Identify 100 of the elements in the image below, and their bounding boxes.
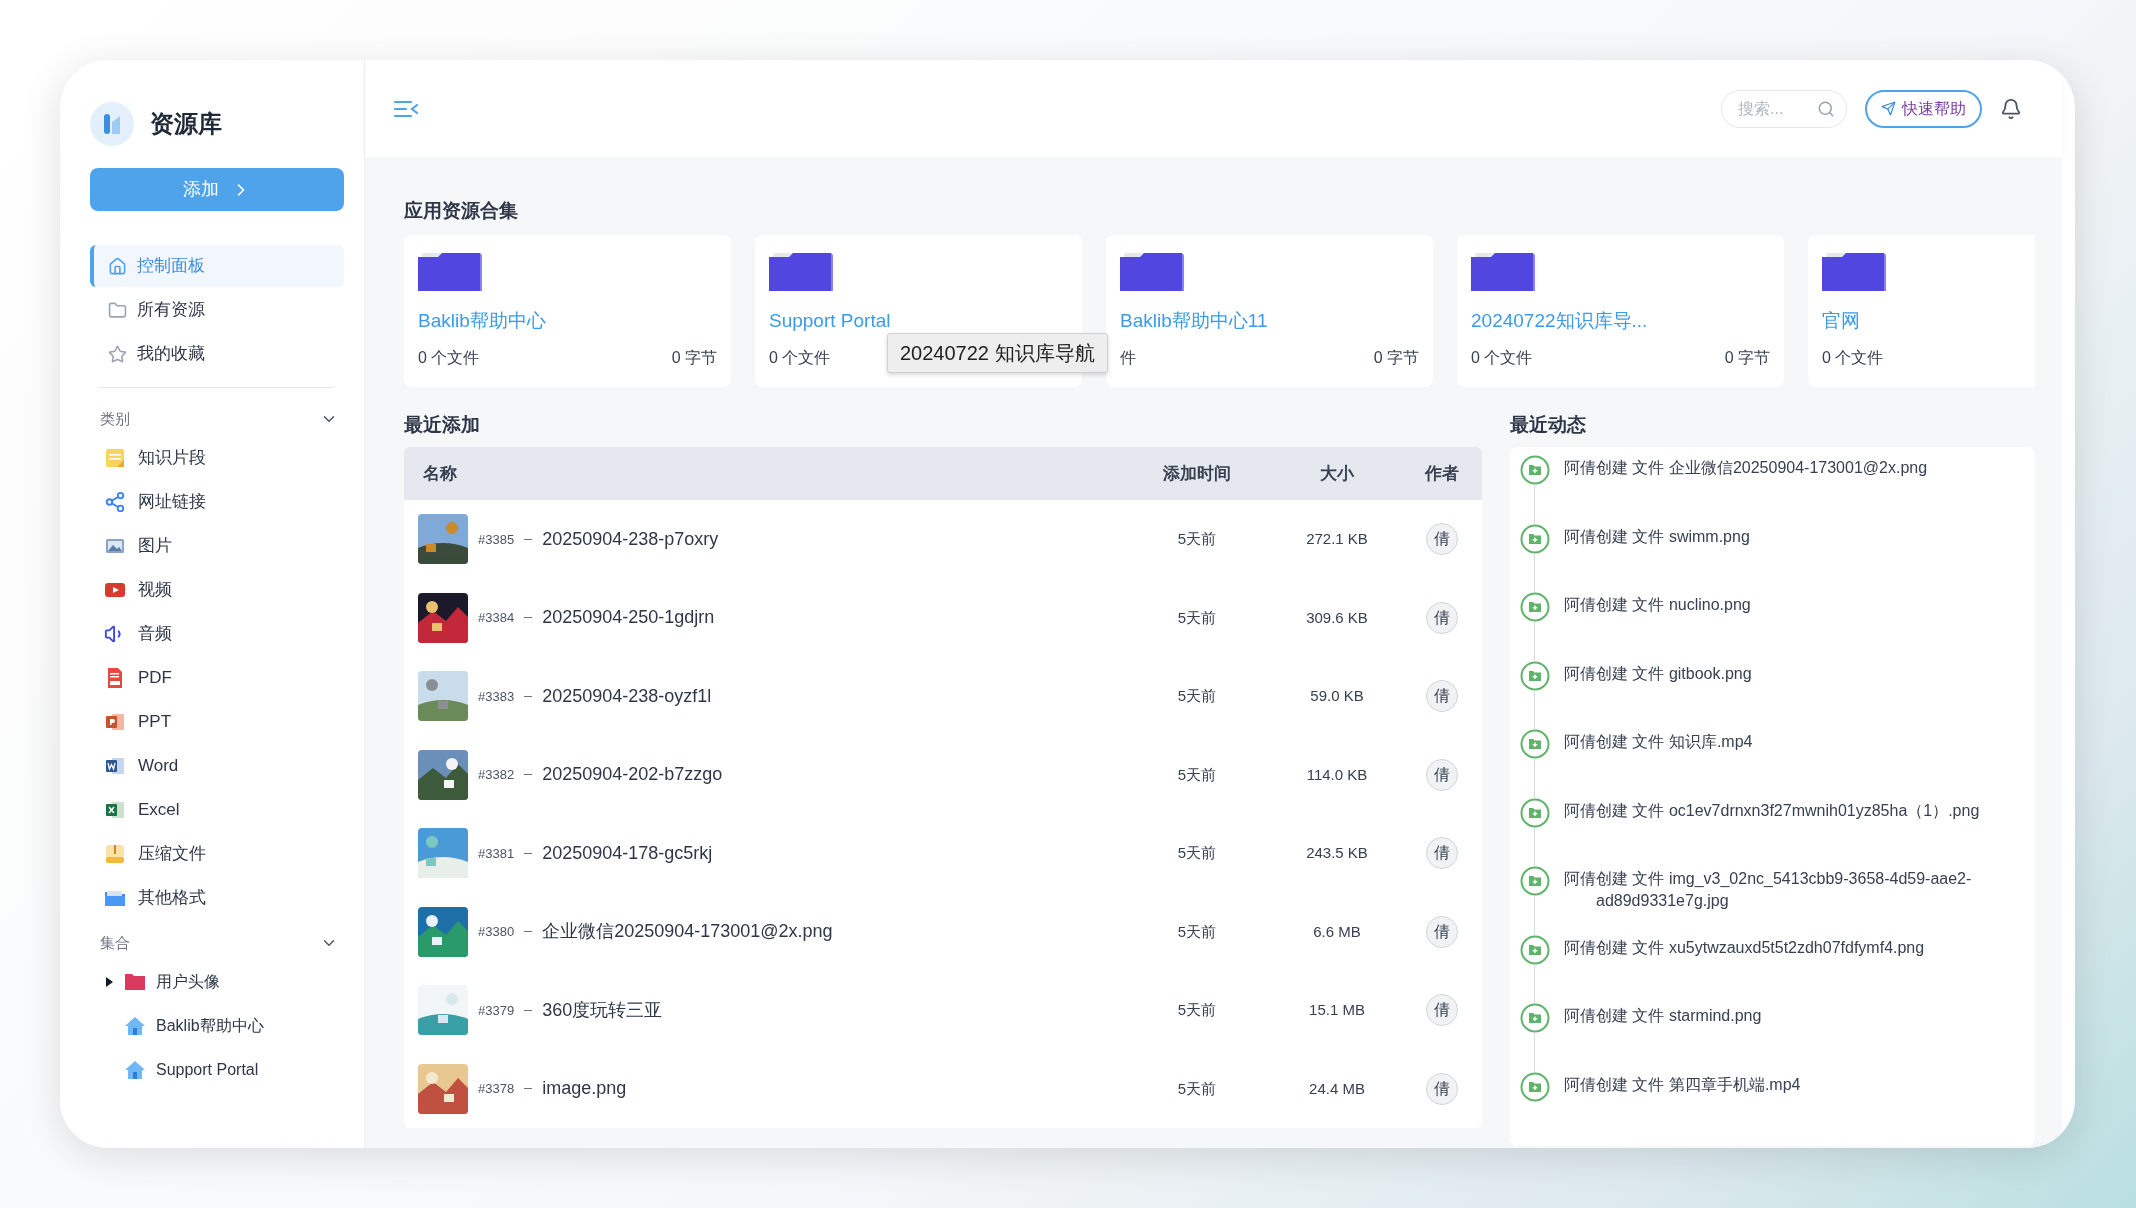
help-button[interactable]: 快速帮助 bbox=[1865, 89, 1982, 128]
note-icon bbox=[104, 447, 126, 469]
added-time: 5天前 bbox=[1176, 1000, 1218, 1020]
category-item[interactable]: 其他格式 bbox=[90, 876, 344, 920]
nav-item[interactable]: 我的收藏 bbox=[90, 333, 344, 375]
word-file-icon bbox=[104, 755, 126, 777]
collection-name: 官网 bbox=[1822, 309, 1861, 333]
file-size: 0 字节 bbox=[1373, 347, 1419, 368]
collection-card[interactable]: 官网 0 个文件 bbox=[1808, 235, 2035, 387]
collection-item[interactable]: Baklib帮助中心 bbox=[90, 1004, 344, 1048]
activity-text: 阿倩创建 文件 知识库.mp4 bbox=[1564, 732, 1753, 752]
activity-text: 阿倩创建 文件 xu5ytwzauxd5t5t2zdh07fdfymf4.png bbox=[1564, 937, 1925, 958]
activity-text: 阿倩创建 文件 starmind.png bbox=[1564, 1006, 1762, 1026]
file-name[interactable]: 企业微信20250904-173001@2x.png bbox=[542, 918, 833, 946]
file-name[interactable]: 20250904-238-p7oxry bbox=[542, 525, 719, 553]
add-folder-icon bbox=[1520, 1071, 1550, 1102]
category-item[interactable]: Word bbox=[90, 744, 344, 788]
collection-card[interactable]: Baklib帮助中心 0 个文件 0 字节 bbox=[404, 235, 731, 387]
file-name[interactable]: 360度玩转三亚 bbox=[542, 996, 663, 1024]
file-name[interactable]: image.png bbox=[542, 1075, 627, 1103]
notification-icon[interactable] bbox=[2000, 97, 2022, 120]
added-time: 5天前 bbox=[1176, 843, 1218, 863]
logo-icon bbox=[90, 102, 134, 146]
activity-text: 阿倩创建 文件 gitbook.png bbox=[1564, 663, 1752, 684]
file-id: #3384 bbox=[478, 609, 515, 627]
file-count: 0 个文件 bbox=[418, 347, 480, 368]
search-field[interactable]: 搜索... bbox=[1721, 89, 1847, 128]
add-folder-icon bbox=[1520, 866, 1550, 896]
file-name[interactable]: 20250904-238-oyzf1l bbox=[542, 682, 712, 710]
category-item[interactable]: 网址链接 bbox=[90, 480, 344, 524]
activity-text: 阿倩创建 文件 swimm.png bbox=[1564, 526, 1750, 547]
file-size: 114.0 KB bbox=[1305, 764, 1369, 785]
column-header: 大小 bbox=[1319, 462, 1355, 485]
category-item[interactable]: PDF bbox=[90, 656, 344, 700]
collection-name: Support Portal bbox=[769, 309, 892, 333]
file-id: #3382 bbox=[478, 766, 515, 784]
file-count: 0 个文件 bbox=[1822, 347, 1884, 368]
file-count: 件 bbox=[1120, 347, 1136, 368]
home-icon bbox=[108, 256, 127, 276]
folder-icon bbox=[1822, 251, 1888, 293]
collection-item[interactable]: 用户头像 bbox=[90, 960, 344, 1004]
file-id: #3385 bbox=[478, 530, 515, 549]
add-folder-icon bbox=[1520, 660, 1550, 691]
nav-item[interactable]: 所有资源 bbox=[90, 289, 344, 331]
column-header: 作者 bbox=[1423, 462, 1460, 485]
collection-name: Baklib帮助中心11 bbox=[1120, 309, 1269, 333]
file-count: 0 个文件 bbox=[1471, 347, 1533, 368]
file-size: 272.1 KB bbox=[1305, 529, 1369, 549]
column-header: 添加时间 bbox=[1162, 462, 1232, 485]
category-item[interactable]: 图片 bbox=[90, 524, 344, 568]
activity-text: 阿倩创建 文件 nuclino.png bbox=[1564, 595, 1751, 615]
added-time: 5天前 bbox=[1176, 607, 1218, 628]
added-time: 5天前 bbox=[1176, 1078, 1218, 1099]
collection-card[interactable]: Baklib帮助中心11 件 0 字节 bbox=[1106, 235, 1433, 387]
author-avatar: 倩 bbox=[1426, 601, 1458, 634]
column-header: 名称 bbox=[422, 462, 458, 485]
file-size: 6.6 MB bbox=[1312, 921, 1362, 942]
house-icon bbox=[124, 1015, 146, 1037]
folder-icon bbox=[769, 251, 835, 293]
archive-icon bbox=[104, 843, 126, 865]
section-title: 最近添加 bbox=[404, 413, 481, 437]
tooltip: 20240722 知识库导航 bbox=[887, 333, 1108, 373]
folder-icon bbox=[418, 251, 484, 293]
collection-name: 20240722知识库导... bbox=[1471, 309, 1649, 333]
activity-text: 阿倩创建 文件 第四章手机端.mp4 bbox=[1564, 1074, 1801, 1095]
file-count: 0 个文件 bbox=[769, 347, 831, 368]
house-icon bbox=[124, 1059, 146, 1081]
file-size: 309.6 KB bbox=[1305, 607, 1369, 628]
spreadsheet-file-icon bbox=[104, 799, 126, 821]
collection-item[interactable]: Support Portal bbox=[90, 1048, 344, 1092]
file-name[interactable]: 20250904-202-b7zzgo bbox=[542, 761, 723, 789]
author-avatar: 倩 bbox=[1426, 994, 1458, 1027]
add-folder-icon bbox=[1520, 523, 1550, 554]
collection-name: Baklib帮助中心 bbox=[418, 309, 547, 333]
file-size: 59.0 KB bbox=[1309, 686, 1365, 706]
folder-icon bbox=[1120, 251, 1186, 293]
activity-text: 阿倩创建 文件 img_v3_02nc_5413cbb9-3658-4d59-aae2-ad89d9331e7g.jpg bbox=[1564, 869, 1973, 911]
category-item[interactable]: 音频 bbox=[90, 612, 344, 656]
caret-icon[interactable] bbox=[104, 977, 114, 987]
activity-text: 阿倩创建 文件 oc1ev7drnxn3f27mwnih01yz85ha（1）.png bbox=[1564, 800, 1980, 821]
send-icon bbox=[1881, 101, 1896, 116]
category-item[interactable]: 知识片段 bbox=[90, 436, 344, 480]
category-item[interactable]: 压缩文件 bbox=[90, 832, 344, 876]
file-id: #3380 bbox=[478, 923, 515, 941]
category-item[interactable]: 视频 bbox=[90, 568, 344, 612]
activity-text: 阿倩创建 文件 企业微信20250904-173001@2x.png bbox=[1564, 458, 1928, 478]
folder-icon bbox=[1471, 251, 1537, 293]
category-item[interactable]: PPT bbox=[90, 700, 344, 744]
add-folder-icon bbox=[1520, 797, 1550, 828]
file-size: 243.5 KB bbox=[1305, 843, 1369, 863]
file-name[interactable]: 20250904-178-gc5rkj bbox=[542, 839, 713, 867]
add-folder-icon bbox=[1520, 934, 1550, 965]
folder-icon bbox=[108, 300, 127, 320]
presentation-file-icon bbox=[104, 711, 126, 733]
added-time: 5天前 bbox=[1176, 686, 1218, 706]
file-size: 24.4 MB bbox=[1308, 1078, 1366, 1099]
file-name[interactable]: 20250904-250-1gdjrn bbox=[542, 604, 715, 632]
category-item[interactable]: Excel bbox=[90, 788, 344, 832]
collection-card[interactable]: 20240722知识库导... 0 个文件 0 字节 bbox=[1457, 235, 1784, 387]
file-id: #3378 bbox=[478, 1080, 515, 1098]
